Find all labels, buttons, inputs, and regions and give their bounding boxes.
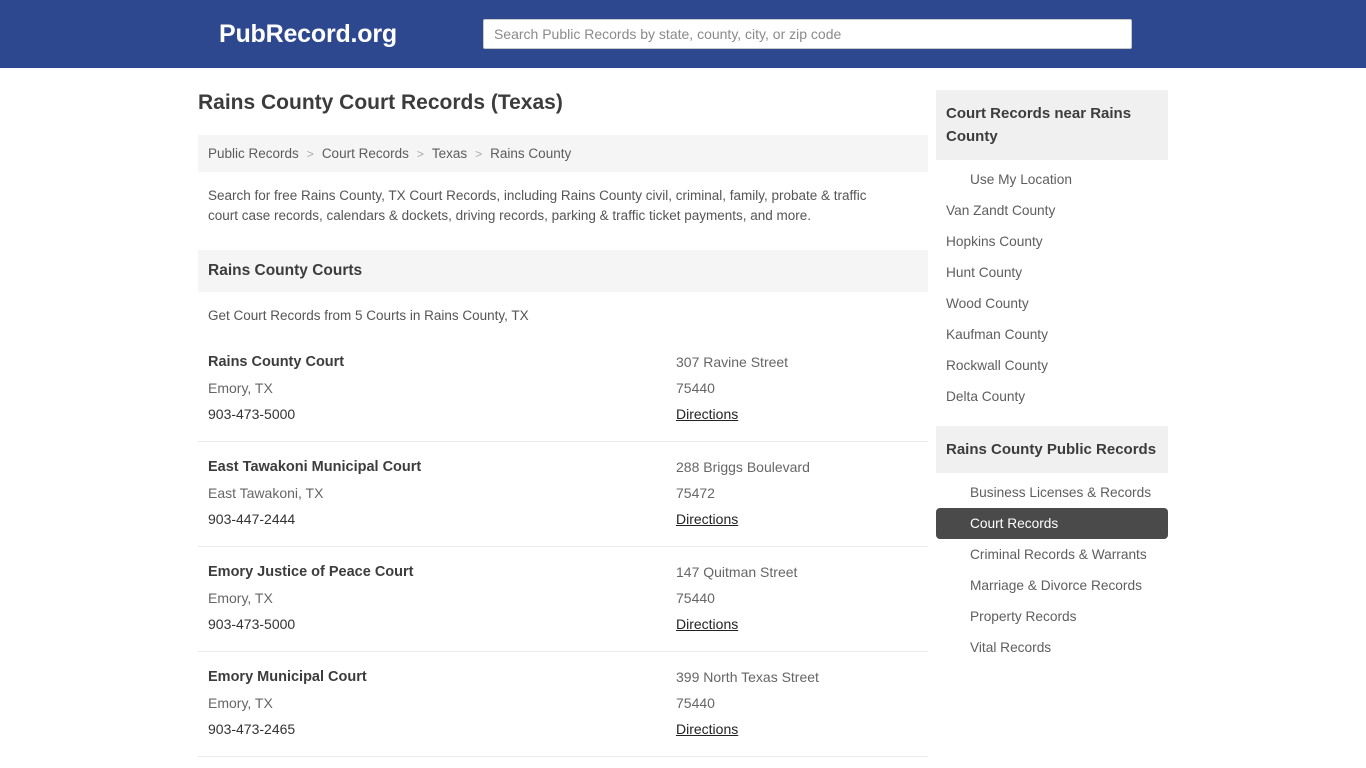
court-name[interactable]: East Tawakoni Municipal Court xyxy=(208,454,676,480)
court-info: East Tawakoni Municipal CourtEast Tawako… xyxy=(208,454,676,532)
sidebar-item-business-licenses-records[interactable]: Business Licenses & Records xyxy=(936,477,1168,508)
sidebar-item-marriage-divorce-records[interactable]: Marriage & Divorce Records xyxy=(936,570,1168,601)
sidebar-item-rockwall-county[interactable]: Rockwall County xyxy=(936,350,1168,381)
sidebar-item-hunt-county[interactable]: Hunt County xyxy=(936,257,1168,288)
content-container: Rains County Court Records (Texas) Publi… xyxy=(198,68,1168,768)
court-row: Rains County CourtEmory, TX903-473-50003… xyxy=(198,337,928,442)
sidebar-item-property-records[interactable]: Property Records xyxy=(936,601,1168,632)
page-title: Rains County Court Records (Texas) xyxy=(198,90,928,115)
court-row: Emory Justice of Peace CourtEmory, TX903… xyxy=(198,547,928,652)
court-address: 147 Quitman Street xyxy=(676,559,918,585)
court-zip: 75472 xyxy=(676,480,918,506)
court-zip: 75440 xyxy=(676,375,918,401)
court-info: Emory Municipal CourtEmory, TX903-473-24… xyxy=(208,664,676,742)
court-row: Emory Municipal CourtEmory, TX903-473-24… xyxy=(198,652,928,757)
court-city: Emory, TX xyxy=(208,585,676,611)
sidebar-item-wood-county[interactable]: Wood County xyxy=(936,288,1168,319)
court-city: Emory, TX xyxy=(208,690,676,716)
sidebar-item-delta-county[interactable]: Delta County xyxy=(936,381,1168,412)
court-zip: 75440 xyxy=(676,690,918,716)
court-address: 288 Briggs Boulevard xyxy=(676,454,918,480)
court-name[interactable]: Emory Municipal Court xyxy=(208,664,676,690)
court-phone: 903-473-5000 xyxy=(208,401,676,427)
court-info: Rains County CourtEmory, TX903-473-5000 xyxy=(208,349,676,427)
site-logo[interactable]: PubRecord.org xyxy=(219,20,397,49)
search-box xyxy=(483,19,1132,49)
sidebar-nearby-list: Use My LocationVan Zandt CountyHopkins C… xyxy=(936,160,1168,422)
court-location: 147 Quitman Street75440Directions xyxy=(676,559,918,637)
intro-text: Search for free Rains County, TX Court R… xyxy=(198,172,898,236)
court-row: East Tawakoni Municipal CourtEast Tawako… xyxy=(198,442,928,547)
sidebar-item-criminal-records-warrants[interactable]: Criminal Records & Warrants xyxy=(936,539,1168,570)
court-phone: 903-473-5000 xyxy=(208,611,676,637)
site-header: PubRecord.org xyxy=(0,0,1366,68)
page-body: Rains County Court Records (Texas) Publi… xyxy=(0,68,1366,768)
court-city: East Tawakoni, TX xyxy=(208,480,676,506)
court-location: 288 Briggs Boulevard75472Directions xyxy=(676,454,918,532)
sidebar-item-use-my-location[interactable]: Use My Location xyxy=(936,164,1168,195)
breadcrumb-item-rains-county[interactable]: Rains County xyxy=(490,146,571,161)
sidebar-public-records-list: Business Licenses & RecordsCourt Records… xyxy=(936,473,1168,673)
court-zip: 75440 xyxy=(676,585,918,611)
breadcrumb-separator-icon: > xyxy=(307,147,314,161)
court-address: 399 North Texas Street xyxy=(676,664,918,690)
breadcrumb-separator-icon: > xyxy=(475,147,482,161)
court-row: Point Municipal CourtPoint, TX903-598-32… xyxy=(198,757,928,768)
court-name[interactable]: Rains County Court xyxy=(208,349,676,375)
court-list: Rains County CourtEmory, TX903-473-50003… xyxy=(198,337,928,768)
sidebar-section-nearby: Court Records near Rains County Use My L… xyxy=(936,90,1168,422)
court-name[interactable]: Emory Justice of Peace Court xyxy=(208,559,676,585)
main-column: Rains County Court Records (Texas) Publi… xyxy=(198,90,928,768)
court-phone: 903-447-2444 xyxy=(208,506,676,532)
court-location: 307 Ravine Street75440Directions xyxy=(676,349,918,427)
sidebar-nearby-title: Court Records near Rains County xyxy=(936,90,1168,160)
directions-link[interactable]: Directions xyxy=(676,716,738,742)
court-city: Emory, TX xyxy=(208,375,676,401)
search-input[interactable] xyxy=(483,19,1132,49)
sidebar-item-vital-records[interactable]: Vital Records xyxy=(936,632,1168,663)
breadcrumb-item-court-records[interactable]: Court Records xyxy=(322,146,409,161)
sidebar-item-hopkins-county[interactable]: Hopkins County xyxy=(936,226,1168,257)
sidebar-item-van-zandt-county[interactable]: Van Zandt County xyxy=(936,195,1168,226)
directions-link[interactable]: Directions xyxy=(676,611,738,637)
sidebar-public-records-title: Rains County Public Records xyxy=(936,426,1168,473)
breadcrumb-item-texas[interactable]: Texas xyxy=(432,146,467,161)
breadcrumb-separator-icon: > xyxy=(417,147,424,161)
sidebar-item-court-records[interactable]: Court Records xyxy=(936,508,1168,539)
breadcrumb: Public Records > Court Records > Texas >… xyxy=(198,135,928,172)
directions-link[interactable]: Directions xyxy=(676,401,738,427)
court-location: 399 North Texas Street75440Directions xyxy=(676,664,918,742)
court-phone: 903-473-2465 xyxy=(208,716,676,742)
courts-section-subtitle: Get Court Records from 5 Courts in Rains… xyxy=(198,292,928,331)
court-info: Emory Justice of Peace CourtEmory, TX903… xyxy=(208,559,676,637)
sidebar-item-kaufman-county[interactable]: Kaufman County xyxy=(936,319,1168,350)
sidebar: Court Records near Rains County Use My L… xyxy=(936,90,1168,677)
courts-section-header: Rains County Courts xyxy=(198,250,928,292)
breadcrumb-item-public-records[interactable]: Public Records xyxy=(208,146,299,161)
sidebar-section-public-records: Rains County Public Records Business Lic… xyxy=(936,426,1168,673)
directions-link[interactable]: Directions xyxy=(676,506,738,532)
court-address: 307 Ravine Street xyxy=(676,349,918,375)
